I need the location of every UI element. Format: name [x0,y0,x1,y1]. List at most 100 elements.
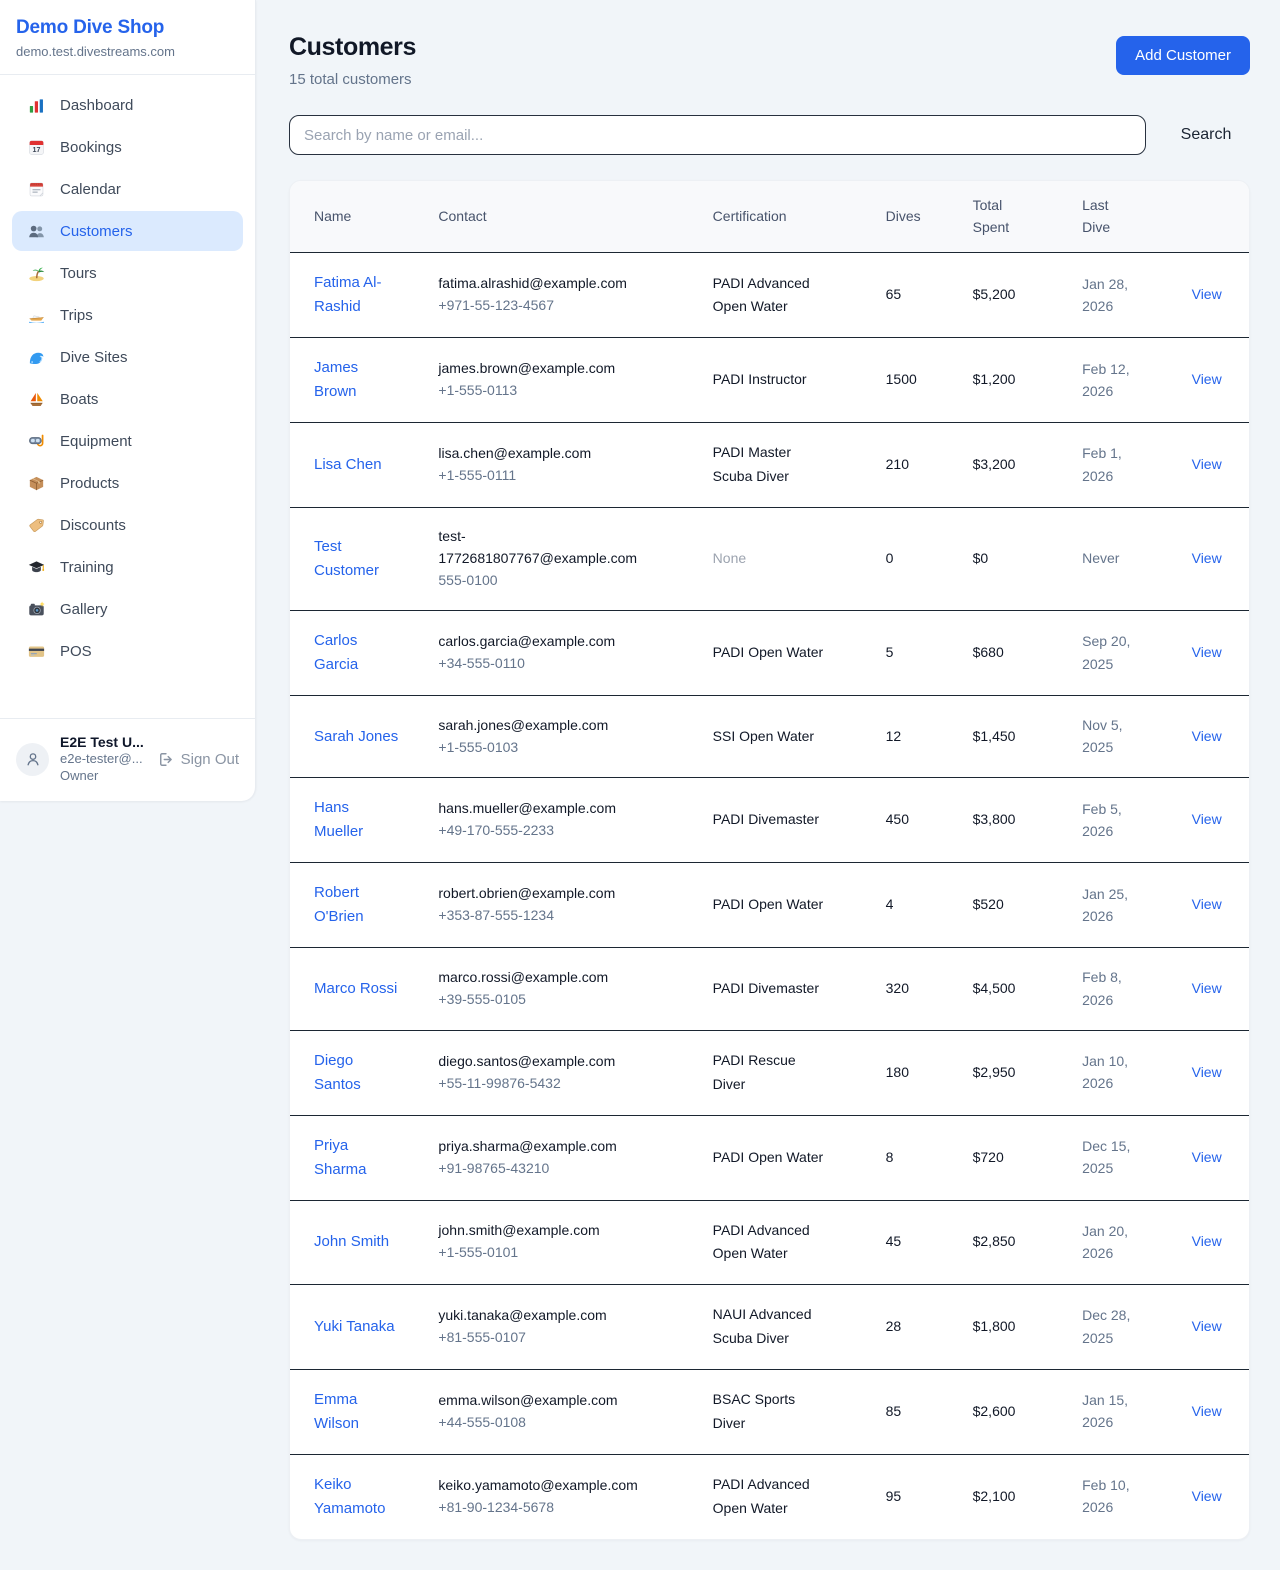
view-link[interactable]: View [1192,980,1222,996]
sidebar-item-equipment[interactable]: Equipment [12,421,243,461]
search-button[interactable]: Search [1162,118,1250,152]
customer-total-spent: $520 [973,863,1083,948]
sidebar-item-trips[interactable]: Trips [12,295,243,335]
view-link[interactable]: View [1192,371,1222,387]
sidebar-item-label: Training [60,559,114,576]
customer-email: lisa.chen@example.com [438,443,646,465]
customer-name-link[interactable]: Sarah Jones [314,725,398,749]
customer-name-link[interactable]: Emma Wilson [314,1388,402,1436]
customer-name-link[interactable]: Hans Mueller [314,796,402,844]
customer-name-link[interactable]: Fatima Al-Rashid [314,271,402,319]
sidebar-item-training[interactable]: Training [12,547,243,587]
view-link[interactable]: View [1192,896,1222,912]
view-link[interactable]: View [1192,456,1222,472]
sidebar-item-discounts[interactable]: Discounts [12,505,243,545]
sidebar-item-label: Calendar [60,181,121,198]
view-link[interactable]: View [1192,1064,1222,1080]
customer-dives: 45 [886,1200,973,1285]
customer-phone: +1-555-0113 [438,382,517,398]
view-link[interactable]: View [1192,1233,1222,1249]
sidebar-item-customers[interactable]: Customers [12,211,243,251]
customer-email: priya.sharma@example.com [438,1136,646,1158]
sidebar-item-boats[interactable]: Boats [12,379,243,419]
customer-dives: 12 [886,695,973,777]
customer-total-spent: $0 [973,507,1083,610]
customer-phone: +971-55-123-4567 [438,297,554,313]
customer-name-link[interactable]: Marco Rossi [314,977,397,1001]
customer-last-dive: Feb 1, 2026 [1082,442,1144,487]
customer-total-spent: $2,950 [973,1030,1083,1115]
customer-name-link[interactable]: Yuki Tanaka [314,1315,395,1339]
customer-phone: +34-555-0110 [438,655,525,671]
app: Demo Dive Shop demo.test.divestreams.com… [0,0,1280,1570]
customer-last-dive: Jan 25, 2026 [1082,883,1144,928]
sidebar-item-calendar[interactable]: Calendar [12,169,243,209]
customer-certification: PADI Open Water [713,641,823,665]
view-link[interactable]: View [1192,644,1222,660]
table-row: Lisa Chen lisa.chen@example.com +1-555-0… [290,423,1249,508]
table-row: John Smith john.smith@example.com +1-555… [290,1200,1249,1285]
sidebar-item-products[interactable]: Products [12,463,243,503]
customer-certification: SSI Open Water [713,725,814,749]
customer-last-dive: Dec 15, 2025 [1082,1135,1144,1180]
sign-out-icon [157,751,174,768]
view-link[interactable]: View [1192,1403,1222,1419]
customer-name-link[interactable]: Keiko Yamamoto [314,1473,402,1521]
customer-name-link[interactable]: John Smith [314,1230,389,1254]
customer-email: james.brown@example.com [438,358,646,380]
table-row: Keiko Yamamoto keiko.yamamoto@example.co… [290,1454,1249,1539]
sign-out-button[interactable]: Sign Out [157,751,239,768]
sidebar-item-label: Dashboard [60,97,133,114]
customer-name-link[interactable]: James Brown [314,356,402,404]
table-row: Robert O'Brien robert.obrien@example.com… [290,863,1249,948]
table-row: Test Customer test-1772681807767@example… [290,507,1249,610]
customer-name-link[interactable]: Lisa Chen [314,453,382,477]
sidebar-item-label: Discounts [60,517,126,534]
customer-name-link[interactable]: Diego Santos [314,1049,402,1097]
view-link[interactable]: View [1192,728,1222,744]
customer-dives: 5 [886,610,973,695]
customer-phone: 555-0100 [438,572,497,588]
sidebar-item-label: Equipment [60,433,132,450]
view-link[interactable]: View [1192,550,1222,566]
diving-mask-icon [26,431,46,451]
customer-phone: +1-555-0111 [438,467,516,483]
person-icon [24,750,42,768]
customer-dives: 28 [886,1285,973,1370]
user-meta: E2E Test U... e2e-tester@... Owner [60,733,146,785]
customer-dives: 180 [886,1030,973,1115]
customer-certification: PADI Divemaster [713,977,819,1001]
customer-phone: +55-11-99876-5432 [438,1075,560,1091]
add-customer-button[interactable]: Add Customer [1116,36,1250,75]
view-link[interactable]: View [1192,1318,1222,1334]
view-link[interactable]: View [1192,286,1222,302]
speedboat-icon [26,305,46,325]
page-header: Customers 15 total customers Add Custome… [289,33,1250,88]
customer-last-dive: Sep 20, 2025 [1082,630,1144,675]
customer-name-link[interactable]: Test Customer [314,535,402,583]
customer-dives: 210 [886,423,973,508]
customer-name-link[interactable]: Priya Sharma [314,1134,402,1182]
sidebar-item-dive-sites[interactable]: Dive Sites [12,337,243,377]
sidebar-item-pos[interactable]: POS [12,631,243,671]
column-header-actions [1192,181,1249,253]
customer-certification: PADI Open Water [713,893,823,917]
customer-last-dive: Feb 12, 2026 [1082,358,1144,403]
view-link[interactable]: View [1192,811,1222,827]
tag-icon [26,515,46,535]
customer-name-link[interactable]: Carlos Garcia [314,629,402,677]
view-link[interactable]: View [1192,1149,1222,1165]
customer-email: hans.mueller@example.com [438,798,646,820]
search-input[interactable] [289,115,1146,155]
view-link[interactable]: View [1192,1488,1222,1504]
customer-name-link[interactable]: Robert O'Brien [314,881,402,929]
sidebar-item-dashboard[interactable]: Dashboard [12,85,243,125]
customer-certification: PADI Divemaster [713,808,819,832]
sidebar-item-bookings[interactable]: 17 Bookings [12,127,243,167]
sidebar-item-label: Customers [60,223,133,240]
customer-last-dive: Dec 28, 2025 [1082,1304,1144,1349]
customer-phone: +91-98765-43210 [438,1160,549,1176]
sidebar-item-gallery[interactable]: Gallery [12,589,243,629]
sidebar-item-tours[interactable]: Tours [12,253,243,293]
customer-dives: 65 [886,253,973,338]
